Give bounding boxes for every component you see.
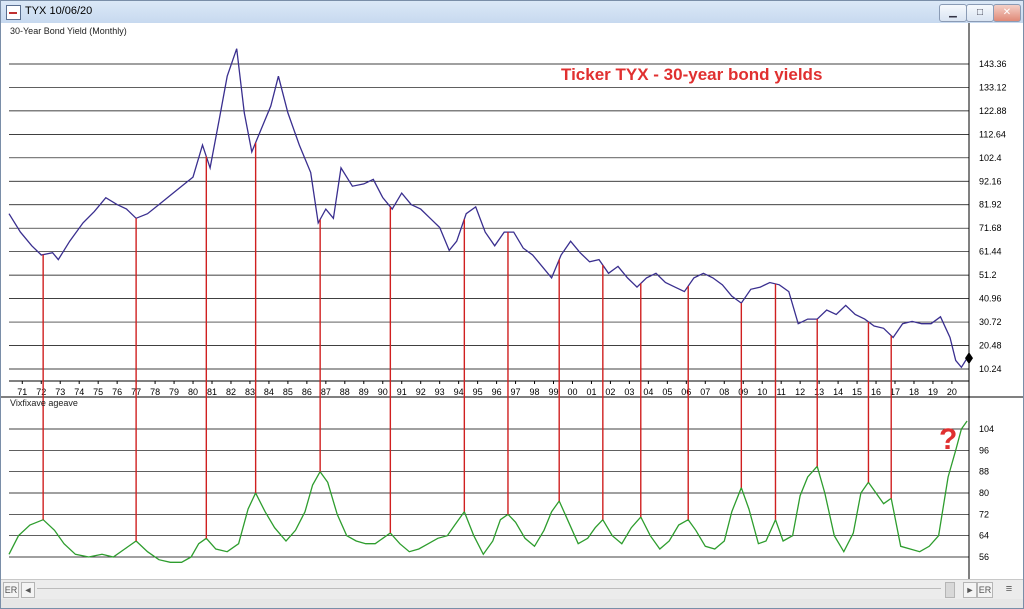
window-title: TYX 10/06/20	[25, 5, 93, 17]
upper-y-tick-label: 51.2	[979, 270, 997, 280]
x-tick-label: 76	[112, 387, 122, 397]
x-tick-label: 86	[302, 387, 312, 397]
x-tick-label: 87	[321, 387, 331, 397]
minimize-icon: ▁	[949, 7, 957, 18]
x-tick-label: 89	[359, 387, 369, 397]
x-tick-label: 10	[757, 387, 767, 397]
chart-background	[1, 23, 1023, 579]
upper-y-tick-label: 92.16	[979, 176, 1002, 186]
x-tick-label: 71	[17, 387, 27, 397]
x-tick-label: 18	[909, 387, 919, 397]
upper-chart-title: 30-Year Bond Yield (Monthly)	[10, 26, 127, 36]
x-tick-label: 00	[567, 387, 577, 397]
lower-y-tick-label: 80	[979, 488, 989, 498]
scroll-left-arrow[interactable]: ◄	[21, 582, 35, 598]
x-tick-label: 15	[852, 387, 862, 397]
x-tick-label: 74	[74, 387, 84, 397]
x-tick-label: 01	[586, 387, 596, 397]
x-tick-label: 07	[700, 387, 710, 397]
scroll-er-left[interactable]: ER	[3, 582, 19, 598]
x-tick-label: 72	[36, 387, 46, 397]
status-bar	[1, 599, 1023, 608]
grip-icon[interactable]: ≡	[1001, 582, 1017, 596]
x-tick-label: 13	[814, 387, 824, 397]
minimize-button[interactable]: ▁	[939, 4, 967, 22]
x-tick-label: 20	[947, 387, 957, 397]
x-tick-label: 95	[473, 387, 483, 397]
lower-y-tick-label: 64	[979, 531, 989, 541]
lower-chart-title: Vixfixave ageave	[10, 398, 78, 408]
x-tick-label: 02	[605, 387, 615, 397]
x-tick-label: 85	[283, 387, 293, 397]
x-tick-label: 93	[435, 387, 445, 397]
x-tick-label: 16	[871, 387, 881, 397]
upper-y-tick-label: 81.92	[979, 200, 1002, 210]
chart-window: TYX 10/06/20 ▁ □ ✕ 10.24 20.48 30.72 40.96 5…	[0, 0, 1024, 609]
x-tick-label: 94	[454, 387, 464, 397]
upper-y-tick-label: 102.4	[979, 153, 1002, 163]
x-tick-label: 75	[93, 387, 103, 397]
x-tick-label: 98	[530, 387, 540, 397]
x-tick-label: 06	[681, 387, 691, 397]
x-tick-label: 84	[264, 387, 274, 397]
lower-y-tick-label: 72	[979, 509, 989, 519]
close-button[interactable]: ✕	[993, 4, 1021, 22]
x-tick-label: 99	[548, 387, 558, 397]
upper-y-tick-label: 40.96	[979, 294, 1002, 304]
x-tick-label: 19	[928, 387, 938, 397]
x-tick-label: 11	[777, 387, 786, 397]
x-tick-label: 14	[833, 387, 843, 397]
upper-y-tick-label: 133.12	[979, 82, 1007, 92]
maximize-icon: □	[976, 7, 984, 18]
x-tick-label: 88	[340, 387, 350, 397]
upper-y-tick-label: 122.88	[979, 106, 1007, 116]
lower-y-tick-label: 56	[979, 552, 989, 562]
scroll-track[interactable]	[37, 588, 941, 589]
x-tick-label: 82	[226, 387, 236, 397]
lower-y-tick-label: 88	[979, 467, 989, 477]
scroll-thumb[interactable]	[945, 582, 955, 598]
scroll-er-right[interactable]: ER	[977, 582, 993, 598]
chart-area: 10.24 20.48 30.72 40.96 51.2 61.44 71.68 81.92 9…	[1, 23, 1023, 579]
x-tick-label: 96	[492, 387, 502, 397]
x-tick-label: 81	[207, 387, 217, 397]
x-tick-label: 78	[150, 387, 160, 397]
upper-y-tick-label: 71.68	[979, 223, 1002, 233]
maximize-button[interactable]: □	[966, 4, 994, 22]
upper-y-tick-label: 61.44	[979, 247, 1002, 257]
lower-y-tick-label: 96	[979, 445, 989, 455]
x-tick-label: 83	[245, 387, 255, 397]
title-bar[interactable]: TYX 10/06/20 ▁ □ ✕	[1, 1, 1023, 24]
close-icon: ✕	[1002, 7, 1012, 18]
upper-y-tick-label: 10.24	[979, 364, 1002, 374]
question-mark-annotation: ?	[939, 423, 957, 456]
x-tick-label: 97	[511, 387, 521, 397]
chart-annotation: Ticker TYX - 30-year bond yields	[561, 65, 822, 84]
x-tick-label: 80	[188, 387, 198, 397]
x-tick-label: 05	[662, 387, 672, 397]
x-tick-label: 92	[416, 387, 426, 397]
x-tick-label: 03	[624, 387, 634, 397]
x-tick-label: 08	[719, 387, 729, 397]
upper-y-tick-label: 143.36	[979, 59, 1007, 69]
app-chart-icon	[6, 5, 21, 20]
x-tick-label: 04	[643, 387, 653, 397]
lower-y-tick-label: 104	[979, 424, 994, 434]
x-tick-label: 73	[55, 387, 65, 397]
x-tick-label: 90	[378, 387, 388, 397]
x-tick-label: 91	[397, 387, 407, 397]
scroll-right-arrow[interactable]: ►	[963, 582, 977, 598]
x-tick-label: 12	[795, 387, 805, 397]
x-tick-label: 09	[738, 387, 748, 397]
horizontal-scrollbar[interactable]: ER ◄ ► ER ≡	[1, 579, 1023, 599]
upper-y-tick-label: 20.48	[979, 341, 1002, 351]
upper-y-tick-label: 112.64	[979, 129, 1006, 139]
upper-y-tick-label: 30.72	[979, 317, 1002, 327]
x-tick-label: 79	[169, 387, 179, 397]
